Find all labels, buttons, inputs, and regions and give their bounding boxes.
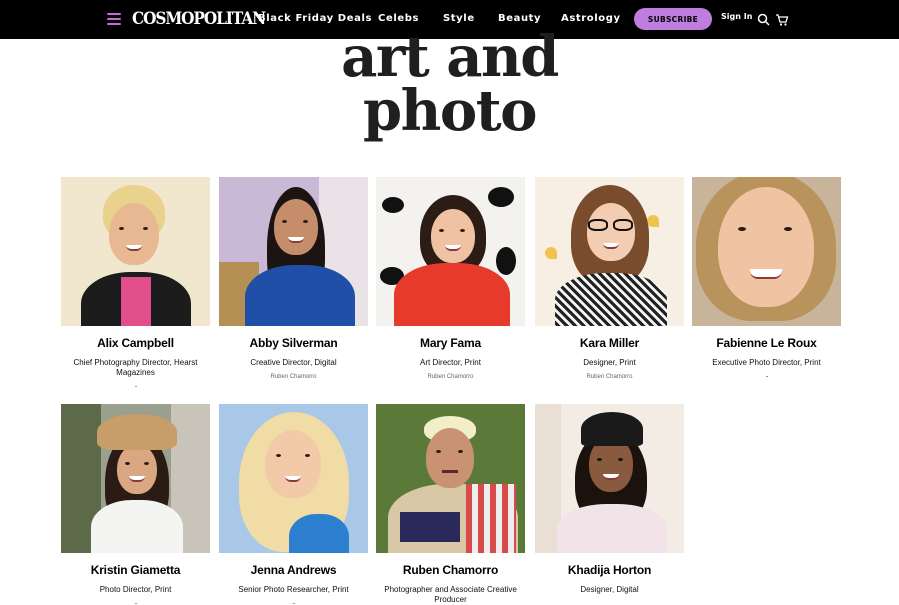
heading-line-1: art and (341, 24, 559, 90)
person-photo (692, 177, 841, 326)
person-name: Kristin Giametta (90, 563, 181, 577)
menu-icon[interactable] (107, 13, 121, 25)
heading-line-2: photo (363, 78, 537, 144)
cosmopolitan-logo[interactable]: COSMOPOLITAN (132, 9, 266, 29)
person-card-jenna-andrews: Jenna Andrews Senior Photo Researcher, P… (219, 404, 368, 604)
person-card-alix-campbell: Alix Campbell Chief Photography Director… (61, 177, 210, 387)
search-icon[interactable] (757, 12, 771, 26)
section-heading: art and photo (0, 24, 899, 144)
person-role: Photo Director, Print (99, 585, 172, 594)
person-photo (376, 404, 525, 553)
person-role: Designer, Print (583, 358, 636, 367)
person-name: Ruben Chamorro (402, 563, 499, 577)
person-card-ruben-chamorro: Ruben Chamorro Photographer and Associat… (376, 404, 525, 605)
nav-link-astrology[interactable]: Astrology (561, 13, 621, 24)
person-name: Kara Miller (579, 336, 640, 350)
person-name: Jenna Andrews (250, 563, 337, 577)
person-name: Mary Fama (420, 336, 481, 350)
nav-link-black-friday-deals[interactable]: Black Friday Deals (258, 13, 372, 24)
person-card-mary-fama: Mary Fama Art Director, Print Ruben Cham… (376, 177, 525, 380)
person-photo (376, 177, 525, 326)
person-photo (219, 404, 368, 553)
person-card-abby-silverman: Abby Silverman Creative Director, Digita… (219, 177, 368, 380)
person-card-kara-miller: Kara Miller Designer, Print Ruben Chamor… (535, 177, 684, 380)
person-photo (219, 177, 368, 326)
person-photo (535, 177, 684, 326)
person-role: Designer, Digital (580, 585, 639, 594)
photo-credit: Ruben Chamorro (427, 374, 474, 380)
person-name: Abby Silverman (249, 336, 338, 350)
divider-dot (765, 376, 768, 377)
subscribe-button[interactable]: SUBSCRIBE (634, 8, 712, 30)
person-role: Executive Photo Director, Print (712, 358, 821, 367)
person-photo (535, 404, 684, 553)
nav-link-celebs[interactable]: Celebs (378, 13, 419, 24)
photo-credit: Ruben Chamorro (586, 374, 633, 380)
person-role: Creative Director, Digital (250, 358, 337, 367)
nav-link-beauty[interactable]: Beauty (498, 13, 541, 24)
person-photo (61, 404, 210, 553)
cart-icon[interactable] (775, 12, 789, 26)
divider-dot (134, 603, 137, 604)
person-name: Khadija Horton (567, 563, 652, 577)
person-role: Chief Photography Director, Hearst Magaz… (73, 358, 198, 377)
divider-dot (292, 603, 295, 604)
person-card-khadija-horton: Khadija Horton Designer, Digital (535, 404, 684, 595)
person-name: Alix Campbell (97, 336, 174, 350)
person-role: Senior Photo Researcher, Print (238, 585, 349, 594)
person-card-kristin-giametta: Kristin Giametta Photo Director, Print (61, 404, 210, 604)
photo-credit: Ruben Chamorro (270, 374, 317, 380)
person-role: Photographer and Associate Creative Prod… (384, 585, 517, 604)
person-role: Art Director, Print (420, 358, 481, 367)
person-card-fabienne-le-roux: Fabienne Le Roux Executive Photo Directo… (692, 177, 841, 377)
person-photo (61, 177, 210, 326)
person-name: Fabienne Le Roux (716, 336, 817, 350)
sign-in-link[interactable]: Sign In (721, 12, 752, 21)
divider-dot (134, 386, 137, 387)
nav-link-style[interactable]: Style (443, 13, 475, 24)
